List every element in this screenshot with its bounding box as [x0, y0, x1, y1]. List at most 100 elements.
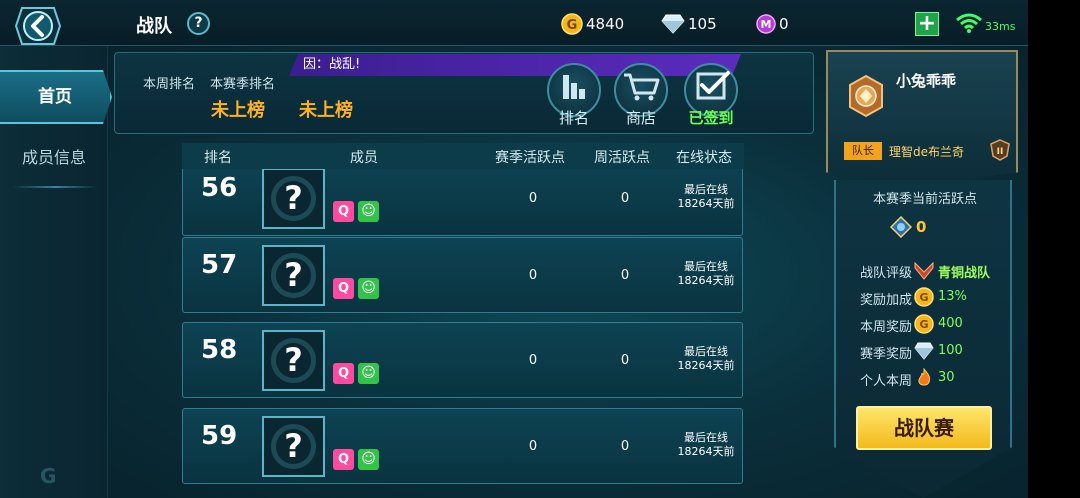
week-activity-value: 0: [620, 439, 630, 454]
week-rank-label: 本周排名: [143, 77, 196, 92]
smile-tag-icon: ☺: [358, 363, 379, 384]
female-tag-icon: Q: [333, 201, 354, 222]
add-currency-button[interactable]: +: [915, 12, 939, 36]
sidebar-item-home[interactable]: 首页: [0, 70, 112, 124]
table-row[interactable]: 58 ? Q ☺ 0 0 最后在线 18264天前: [182, 322, 743, 398]
bonus-value: 13%: [938, 289, 967, 304]
gem-counter: M 0: [756, 12, 789, 36]
week-activity-value: 0: [620, 353, 630, 368]
unknown-avatar-mark: ?: [284, 427, 303, 465]
avatar[interactable]: ?: [262, 169, 325, 229]
member-rank: 57: [201, 250, 238, 280]
shopping-cart-icon: [624, 73, 660, 101]
season-reward-value: 100: [938, 343, 963, 358]
ping-label: 33ms: [985, 20, 1016, 33]
ranking-label: 排名: [558, 109, 589, 127]
bronze-chevron-icon: [914, 261, 934, 280]
member-list[interactable]: 56 ? Q ☺ 0 0 最后在线 18264天前 57 ? Q ☺ 0 0 最…: [182, 169, 744, 498]
female-tag-icon: Q: [333, 363, 354, 384]
member-rank: 58: [201, 335, 238, 365]
gem-value: 0: [779, 15, 789, 33]
week-reward-label: 本周奖励: [859, 320, 912, 335]
sidebar-divider: [12, 186, 98, 188]
player-name: 小兔乖乖: [896, 72, 957, 90]
smile-tag-icon: ☺: [358, 278, 379, 299]
team-grade-value: 青铜战队: [938, 266, 991, 281]
avatar[interactable]: ?: [262, 245, 325, 306]
table-row[interactable]: 59 ? Q ☺ 0 0 最后在线 18264天前: [182, 408, 743, 484]
last-online-value: 18264天前: [677, 359, 735, 372]
activity-emblem-icon: [890, 216, 912, 238]
bar-chart-icon: [563, 75, 585, 99]
sidebar: 首页 成员信息 G: [0, 46, 112, 498]
gold-counter: G 4840: [561, 12, 624, 36]
last-online-value: 18264天前: [677, 274, 735, 287]
season-rank-label: 本赛季排名: [210, 77, 276, 92]
season-reward-label: 赛季奖励: [859, 347, 912, 362]
svg-text:M: M: [761, 18, 772, 31]
diamond-counter: 105: [661, 12, 717, 36]
member-rank: 59: [201, 421, 238, 451]
team-grade-label: 战队评级: [859, 266, 912, 281]
week-reward-value: 400: [938, 316, 963, 331]
unknown-avatar-mark: ?: [284, 256, 303, 294]
header-online-status: 在线状态: [676, 150, 732, 166]
team-name: 理智de布兰奇: [889, 145, 965, 159]
team-profile-panel: 小兔乖乖 队长 理智de布兰奇 II 本赛季当前活跃点 0 战队评级 青铜战队: [822, 50, 1020, 498]
personal-week-value: 30: [938, 370, 955, 385]
member-rank: 56: [201, 173, 238, 203]
avatar[interactable]: ?: [262, 416, 325, 477]
team-battle-button[interactable]: 战队赛: [856, 406, 992, 450]
help-button[interactable]: ?: [187, 12, 210, 35]
back-arrow-icon: [14, 7, 62, 45]
table-row[interactable]: 57 ? Q ☺ 0 0 最后在线 18264天前: [182, 237, 743, 313]
back-button[interactable]: [14, 4, 62, 48]
week-activity-value: 0: [620, 268, 630, 283]
diamond-value: 105: [688, 15, 717, 33]
profile-card: 小兔乖乖 队长 理智de布兰奇 II: [826, 50, 1018, 186]
week-rank-value: 未上榜: [211, 100, 265, 121]
tier-shield-icon: II: [990, 139, 1010, 161]
signed-in-label: 已签到: [688, 109, 734, 127]
top-bar: 战队 ? G 4840 105 M 0 + 33ms: [0, 0, 1028, 46]
female-tag-icon: Q: [333, 449, 354, 470]
last-online-value: 18264天前: [677, 445, 735, 458]
member-table-header: 排名 成员 赛季活跃点 周活跃点 在线状态: [182, 143, 744, 169]
smile-tag-icon: ☺: [358, 201, 379, 222]
header-member: 成员: [350, 150, 378, 166]
svg-text:II: II: [997, 147, 1004, 157]
team-stats: 本赛季当前活跃点 0 战队评级 青铜战队 奖励加成 G 13% 本周奖励 G 4…: [834, 180, 1012, 498]
role-badge: 队长: [844, 142, 882, 160]
week-activity-value: 0: [620, 191, 630, 206]
season-activity-value: 0: [528, 353, 538, 368]
smile-tag-icon: ☺: [358, 449, 379, 470]
wifi-icon: [956, 13, 982, 33]
rank-badge-icon: [849, 74, 883, 118]
header-season-activity: 赛季活跃点: [495, 150, 565, 166]
announcement-banner: 因：战乱!: [289, 54, 741, 76]
diamond-icon: [914, 342, 934, 360]
current-activity-label: 本赛季当前活跃点: [872, 192, 977, 207]
season-activity-value: 0: [528, 439, 538, 454]
svg-text:G: G: [567, 18, 578, 33]
rank-panel: 因：战乱! 本周排名 本赛季排名 未上榜 未上榜 排名 商店 已签到: [114, 52, 814, 134]
game-logo-icon: G: [40, 464, 57, 488]
svg-text:G: G: [919, 291, 928, 304]
game-screen: 战队 ? G 4840 105 M 0 + 33ms 首页 成员信息 G 因：战…: [0, 0, 1028, 498]
diamond-icon: [661, 14, 685, 34]
sidebar-item-members[interactable]: 成员信息: [0, 144, 108, 170]
gold-coin-icon: G: [914, 287, 934, 307]
bonus-label: 奖励加成: [859, 293, 912, 308]
last-online-value: 18264天前: [677, 197, 735, 210]
shop-label: 商店: [625, 109, 656, 127]
unknown-avatar-mark: ?: [284, 341, 303, 379]
current-activity-value: 0: [916, 218, 927, 236]
avatar[interactable]: ?: [262, 330, 325, 391]
gold-value: 4840: [586, 15, 625, 33]
personal-week-label: 个人本周: [859, 374, 912, 389]
table-row[interactable]: 56 ? Q ☺ 0 0 最后在线 18264天前: [182, 169, 743, 236]
checkbox-checked-icon: [696, 71, 730, 100]
purple-gem-icon: M: [756, 14, 776, 34]
gold-coin-icon: G: [914, 314, 934, 334]
season-activity-value: 0: [528, 268, 538, 283]
